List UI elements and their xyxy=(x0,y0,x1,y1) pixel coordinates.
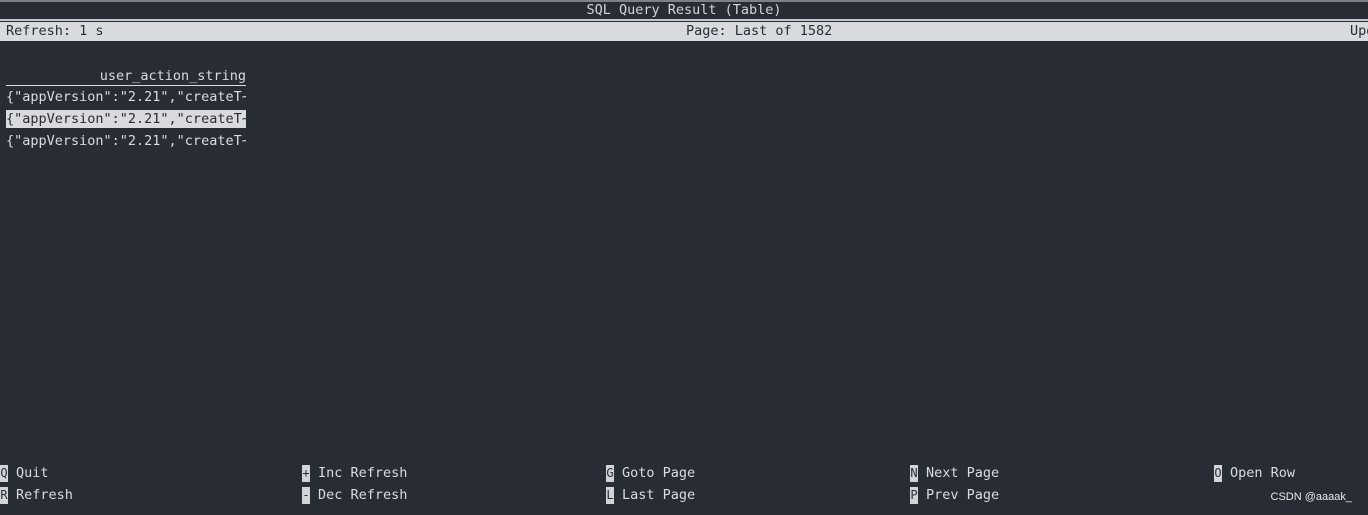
key-q: Q xyxy=(0,464,8,482)
result-table: user_action_string {"appVersion":"2.21",… xyxy=(6,66,246,152)
table-cell: {"appVersion":"2.21","createT~ xyxy=(6,133,246,149)
column-header-user-action-string: user_action_string xyxy=(6,66,246,86)
shortcut-label: Inc Refresh xyxy=(318,465,408,481)
shortcut-last-page[interactable]: L Last Page xyxy=(606,484,695,506)
key-plus: + xyxy=(302,464,310,482)
table-cell: {"appVersion":"2.21","createT~ xyxy=(6,89,246,105)
key-p: P xyxy=(910,486,918,504)
page-indicator: Page: Last of 1582 xyxy=(686,23,833,39)
shortcut-prev-page[interactable]: P Prev Page xyxy=(910,484,999,506)
shortcut-bar: Q Quit R Refresh + Inc Refresh - Dec Refresh… xyxy=(0,462,1368,506)
key-o: O xyxy=(1214,464,1222,482)
table-row[interactable]: {"appVersion":"2.21","createT~ xyxy=(6,86,246,108)
watermark: CSDN @aaaak_ xyxy=(1270,491,1352,503)
shortcut-open-row[interactable]: O Open Row xyxy=(1214,462,1295,484)
shortcut-label: Prev Page xyxy=(926,487,1000,503)
shortcut-label: Open Row xyxy=(1230,465,1296,481)
shortcut-next-page[interactable]: N Next Page xyxy=(910,462,999,484)
table-row-selected[interactable]: {"appVersion":"2.21","createT~ xyxy=(6,108,246,130)
shortcut-goto-page[interactable]: G Goto Page xyxy=(606,462,695,484)
shortcut-dec-refresh[interactable]: - Dec Refresh xyxy=(302,484,407,506)
shortcut-label: Next Page xyxy=(926,465,1000,481)
title-divider xyxy=(0,19,1368,21)
shortcut-label: Last Page xyxy=(622,487,696,503)
refresh-interval: Refresh: 1 s xyxy=(6,23,104,39)
key-r: R xyxy=(0,486,8,504)
shortcut-inc-refresh[interactable]: + Inc Refresh xyxy=(302,462,407,484)
key-l: L xyxy=(606,486,614,504)
window-title: SQL Query Result (Table) xyxy=(0,2,1368,18)
key-n: N xyxy=(910,464,918,482)
shortcut-label: Goto Page xyxy=(622,465,696,481)
shortcut-refresh[interactable]: R Refresh xyxy=(0,484,73,506)
table-cell: {"appVersion":"2.21","createT~ xyxy=(6,110,246,128)
table-row[interactable]: {"appVersion":"2.21","createT~ xyxy=(6,130,246,152)
shortcut-quit[interactable]: Q Quit xyxy=(0,462,49,484)
status-bar: Refresh: 1 s Page: Last of 1582 Upd xyxy=(0,22,1368,41)
shortcut-label: Quit xyxy=(16,465,49,481)
key-minus: - xyxy=(302,486,310,504)
update-status: Upd xyxy=(1350,23,1368,39)
shortcut-label: Dec Refresh xyxy=(318,487,408,503)
key-g: G xyxy=(606,464,614,482)
shortcut-label: Refresh xyxy=(16,487,73,503)
